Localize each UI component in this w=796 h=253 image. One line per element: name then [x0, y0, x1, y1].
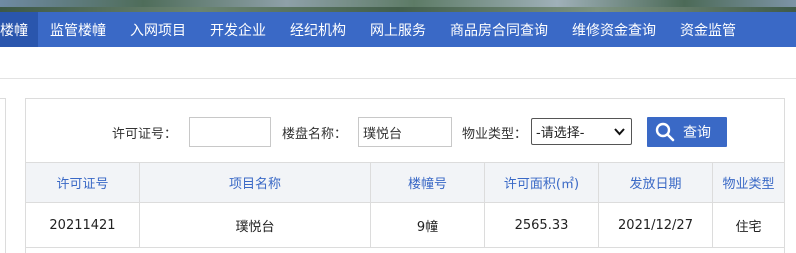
nav-item-developers[interactable]: 开发企业 — [198, 12, 278, 47]
table-row[interactable]: 20211421 璞悦台 9幢 2565.33 2021/12/27 住宅 — [26, 203, 784, 248]
cell-building-no[interactable]: 9幢 — [371, 203, 485, 247]
search-button[interactable]: 查询 — [647, 117, 727, 147]
cell-property-type: 住宅 — [735, 219, 762, 235]
cell-issue-date: 2021/12/27 — [599, 203, 713, 247]
main-nav: 楼幢 监管楼幢 入网项目 开发企业 经纪机构 网上服务 商品房合同查询 维修资金… — [0, 12, 796, 47]
chevron-down-icon — [614, 124, 625, 141]
nav-item-maintenance-fund-query[interactable]: 维修资金查询 — [560, 12, 668, 47]
cell-project-name[interactable]: 璞悦台 — [140, 203, 371, 247]
col-issue-date: 发放日期 — [599, 163, 713, 202]
nav-item-buildings[interactable]: 楼幢 — [0, 12, 38, 47]
search-results-panel: 许可证号： 楼盘名称： 物业类型： -请选择- 查询 许可证号 项目名称 楼幢号… — [25, 98, 785, 253]
col-permit-no: 许可证号 — [26, 163, 140, 202]
nav-item-fund-supervision[interactable]: 资金监管 — [668, 12, 748, 47]
permit-input[interactable] — [189, 117, 271, 147]
property-type-select[interactable]: -请选择- — [531, 118, 632, 145]
nav-item-supervised-buildings[interactable]: 监管楼幢 — [38, 12, 118, 47]
cell-permit-area: 2565.33 — [485, 203, 599, 247]
estate-name-input[interactable] — [358, 117, 452, 147]
search-button-label: 查询 — [683, 125, 711, 141]
permit-label: 许可证号： — [112, 127, 178, 142]
nav-item-agencies[interactable]: 经纪机构 — [278, 12, 358, 47]
nav-item-contract-query[interactable]: 商品房合同查询 — [438, 12, 560, 47]
col-project-name: 项目名称 — [140, 163, 371, 202]
divider — [0, 78, 796, 79]
nav-item-network-projects[interactable]: 入网项目 — [118, 12, 198, 47]
col-building-no: 楼幢号 — [371, 163, 485, 202]
search-icon — [655, 122, 675, 142]
col-permit-area: 许可面积(㎡) — [485, 163, 599, 202]
header-banner — [0, 0, 796, 12]
nav-item-online-services[interactable]: 网上服务 — [358, 12, 438, 47]
side-panel-edge — [0, 98, 6, 253]
col-property-type: 物业类型 — [722, 177, 775, 192]
cell-permit-no: 20211421 — [26, 203, 140, 247]
table-header: 许可证号 项目名称 楼幢号 许可面积(㎡) 发放日期 物业类型 — [26, 162, 784, 203]
property-type-selected: -请选择- — [536, 126, 585, 141]
estate-name-label: 楼盘名称： — [282, 127, 348, 142]
search-form: 许可证号： 楼盘名称： 物业类型： -请选择- 查询 — [26, 99, 784, 162]
property-type-label: 物业类型： — [462, 127, 528, 142]
